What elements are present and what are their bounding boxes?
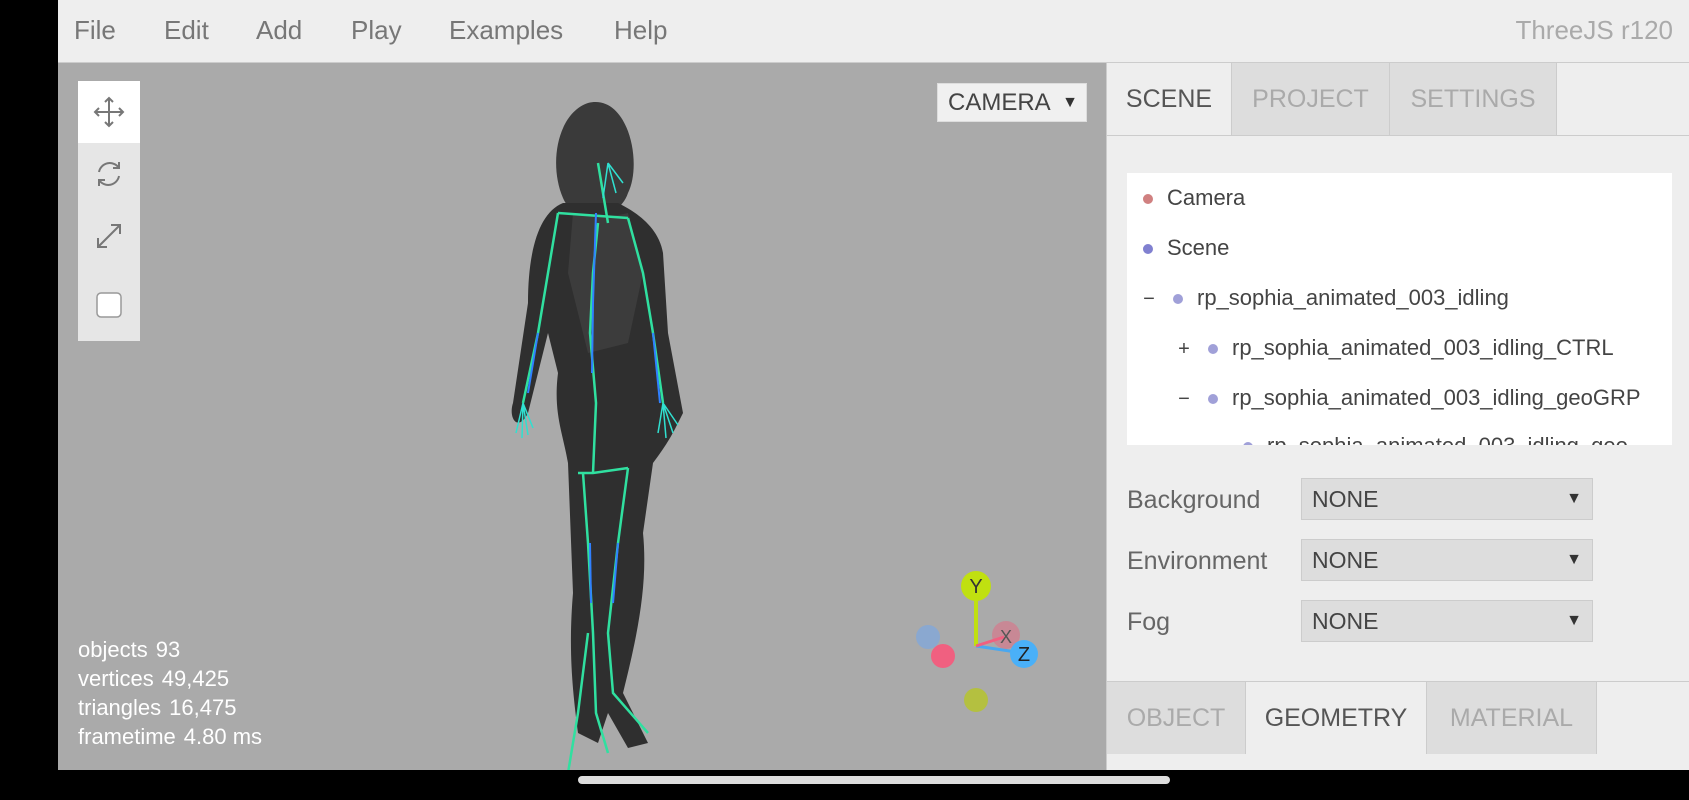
info-vertices: vertices 49,425 (78, 666, 230, 691)
sidebar-tabs: SCENE PROJECT SETTINGS (1107, 63, 1689, 136)
camera-select-value: CAMERA (948, 89, 1051, 116)
scene-outliner[interactable]: Camera Scene − rp_sophia_animated_003_idl… (1127, 173, 1672, 445)
outliner-item-scene[interactable]: Scene (1143, 235, 1229, 265)
object-dot-icon (1243, 442, 1253, 445)
object-dot-icon (1173, 294, 1183, 305)
expand-icon[interactable]: + (1174, 338, 1194, 361)
environment-row: Environment NONE ▼ (1127, 539, 1597, 583)
tab-settings[interactable]: SETTINGS (1390, 63, 1557, 135)
gizmo-y-label: Y (969, 576, 982, 598)
object-dot-icon (1208, 344, 1218, 355)
threejs-editor: File Edit Add Play Examples Help ThreeJS… (58, 0, 1689, 770)
info-frametime: frametime 4.80 ms (78, 724, 263, 749)
menubar: File Edit Add Play Examples Help ThreeJS… (58, 0, 1689, 63)
environment-select[interactable]: NONE ▼ (1301, 539, 1593, 581)
horizontal-scrollbar[interactable] (578, 776, 1170, 784)
collapse-icon[interactable]: − (1174, 388, 1194, 411)
tab-geometry[interactable]: GEOMETRY (1246, 682, 1427, 754)
chevron-down-icon: ▼ (1062, 94, 1078, 111)
local-checkbox[interactable] (78, 274, 140, 336)
outliner-item-ctrl[interactable]: + rp_sophia_animated_003_idling_CTRL (1174, 335, 1613, 365)
rotate-icon[interactable] (78, 143, 140, 205)
tab-object[interactable]: OBJECT (1107, 682, 1246, 754)
character-model (478, 73, 738, 770)
chevron-down-icon: ▼ (1566, 551, 1582, 568)
view-helper-gizmo[interactable]: Y X Z (908, 563, 1058, 733)
gizmo-x-label: X (1000, 627, 1012, 647)
gizmo-z-label: Z (1018, 644, 1030, 666)
version-label: ThreeJS r120 (1515, 15, 1673, 45)
environment-label: Environment (1127, 547, 1268, 575)
background-select[interactable]: NONE ▼ (1301, 478, 1593, 520)
menu-add[interactable]: Add (256, 15, 302, 46)
background-label: Background (1127, 486, 1261, 514)
object-dot-icon (1143, 194, 1153, 205)
menu-edit[interactable]: Edit (164, 15, 209, 46)
menu-help[interactable]: Help (614, 15, 667, 46)
translate-icon[interactable] (78, 81, 140, 143)
outliner-item-geo[interactable]: rp_sophia_animated_003_idling_geo (1243, 433, 1628, 445)
outliner-item-camera[interactable]: Camera (1143, 185, 1245, 215)
properties-tabs: OBJECT GEOMETRY MATERIAL (1107, 681, 1689, 770)
transform-toolbar (78, 81, 140, 341)
info-triangles: triangles 16,475 (78, 695, 237, 720)
scene-info: objects 93 vertices 49,425 triangles 16,475… (78, 635, 270, 751)
chevron-down-icon: ▼ (1566, 612, 1582, 629)
sidebar: SCENE PROJECT SETTINGS Camera Scene − rp_… (1106, 63, 1689, 770)
tab-material[interactable]: MATERIAL (1427, 682, 1597, 754)
outliner-item-geogrp[interactable]: − rp_sophia_animated_003_idling_geoGRP (1174, 385, 1640, 415)
object-dot-icon (1208, 394, 1218, 405)
menu-examples[interactable]: Examples (449, 15, 563, 46)
scale-icon[interactable] (78, 205, 140, 267)
object-dot-icon (1143, 244, 1153, 255)
collapse-icon[interactable]: − (1139, 288, 1159, 311)
tab-scene[interactable]: SCENE (1107, 63, 1232, 135)
camera-select[interactable]: CAMERA ▼ (937, 83, 1087, 122)
background-row: Background NONE ▼ (1127, 478, 1597, 522)
info-objects: objects 93 (78, 637, 181, 662)
fog-row: Fog NONE ▼ (1127, 600, 1597, 644)
chevron-down-icon: ▼ (1566, 490, 1582, 507)
fog-label: Fog (1127, 608, 1171, 636)
menu-play[interactable]: Play (351, 15, 402, 46)
fog-select[interactable]: NONE ▼ (1301, 600, 1593, 642)
menu-file[interactable]: File (74, 15, 116, 46)
outliner-item-idling[interactable]: − rp_sophia_animated_003_idling (1139, 285, 1509, 315)
viewport[interactable]: CAMERA ▼ Y X Z objects 93 vertices 49,425 (58, 63, 1106, 770)
tab-project[interactable]: PROJECT (1232, 63, 1390, 135)
